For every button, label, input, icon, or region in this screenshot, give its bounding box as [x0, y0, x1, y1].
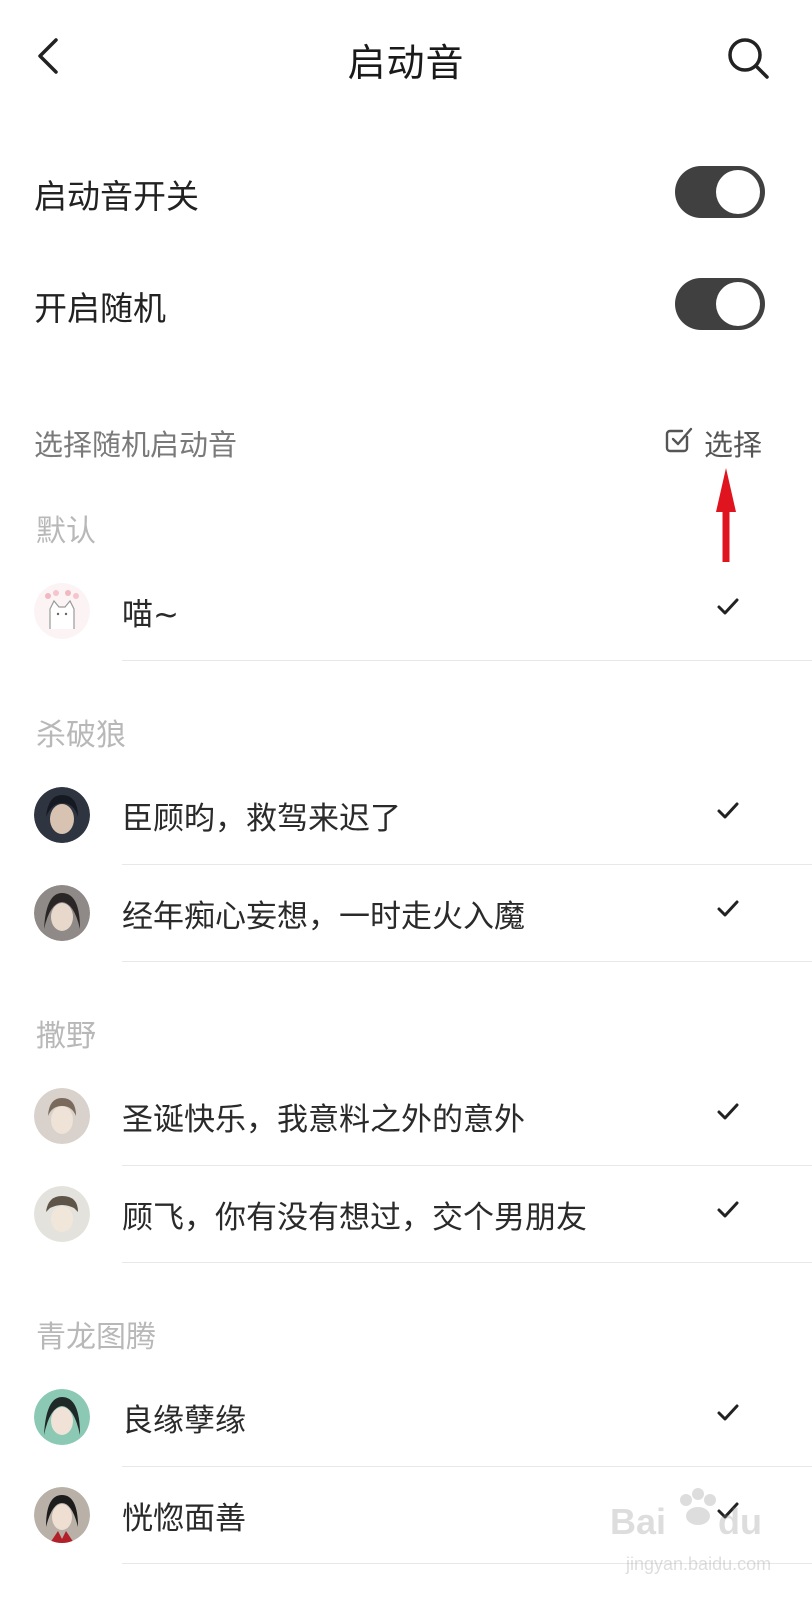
avatar: [34, 1487, 90, 1543]
random-select-caption: 选择随机启动音: [34, 428, 238, 462]
startup-sound-page: 启动音 启动音开关 开启随机 选择随机启动音 选择 默认 喵~ 杀破狼 臣顾昀，…: [0, 0, 812, 1600]
annotation-arrow-icon: [716, 468, 736, 562]
top-bar: 启动音: [0, 0, 812, 116]
select-button[interactable]: 选择: [664, 420, 774, 464]
setting-label: 开启随机: [34, 289, 166, 328]
check-icon: [717, 598, 739, 615]
divider: [122, 961, 812, 962]
avatar: [34, 1389, 90, 1445]
avatar: [34, 885, 90, 941]
group-header-shapolang: 杀破狼: [36, 718, 126, 753]
search-icon: [728, 38, 769, 79]
item-label: 经年痴心妄想，一时走火入魔: [122, 899, 525, 935]
check-icon: [717, 1404, 739, 1421]
check-icon: [717, 1201, 739, 1218]
avatar: [34, 787, 90, 843]
check-icon: [717, 1103, 739, 1120]
baidu-watermark-icon: Bai du jingyan.baidu.com: [610, 1488, 771, 1574]
avatar: [34, 1088, 90, 1144]
list-item[interactable]: 喵~: [0, 563, 812, 661]
avatar: [34, 583, 90, 639]
list-item[interactable]: 臣顾昀，救驾来迟了: [0, 767, 812, 865]
list-item[interactable]: 顾飞，你有没有想过，交个男朋友: [0, 1166, 812, 1264]
check-icon: [717, 802, 739, 819]
item-label: 喵~: [122, 597, 179, 633]
svg-text:Bai: Bai: [610, 1501, 666, 1542]
item-label: 顾飞，你有没有想过，交个男朋友: [122, 1200, 587, 1236]
random-select-row: 选择随机启动音 选择: [0, 412, 812, 472]
divider: [122, 660, 812, 661]
toggle-knob: [716, 282, 760, 326]
item-label: 圣诞快乐，我意料之外的意外: [122, 1102, 525, 1138]
avatar: [34, 1186, 90, 1242]
divider: [122, 1262, 812, 1263]
svg-text:jingyan.baidu.com: jingyan.baidu.com: [625, 1554, 771, 1574]
setting-random: 开启随机: [0, 252, 812, 352]
list-item[interactable]: 圣诞快乐，我意料之外的意外: [0, 1068, 812, 1166]
check-icon: [717, 900, 739, 917]
group-header-default: 默认: [36, 514, 96, 549]
random-toggle[interactable]: [675, 278, 765, 330]
list-item[interactable]: 经年痴心妄想，一时走火入魔: [0, 865, 812, 963]
setting-startup-sound: 启动音开关: [0, 140, 812, 240]
svg-text:du: du: [718, 1501, 762, 1542]
page-title: 启动音: [347, 41, 465, 85]
search-button[interactable]: [724, 34, 772, 82]
item-label: 臣顾昀，救驾来迟了: [122, 801, 401, 837]
group-header-saye: 撒野: [36, 1019, 96, 1054]
item-label: 恍惚面善: [122, 1501, 246, 1537]
select-label: 选择: [704, 428, 763, 462]
group-header-qinglong: 青龙图腾: [36, 1320, 156, 1355]
startup-sound-toggle[interactable]: [675, 166, 765, 218]
item-label: 良缘孽缘: [122, 1403, 246, 1439]
toggle-knob: [716, 170, 760, 214]
list-item[interactable]: 良缘孽缘: [0, 1369, 812, 1467]
checkbox-icon: [665, 427, 693, 453]
setting-label: 启动音开关: [34, 177, 199, 216]
